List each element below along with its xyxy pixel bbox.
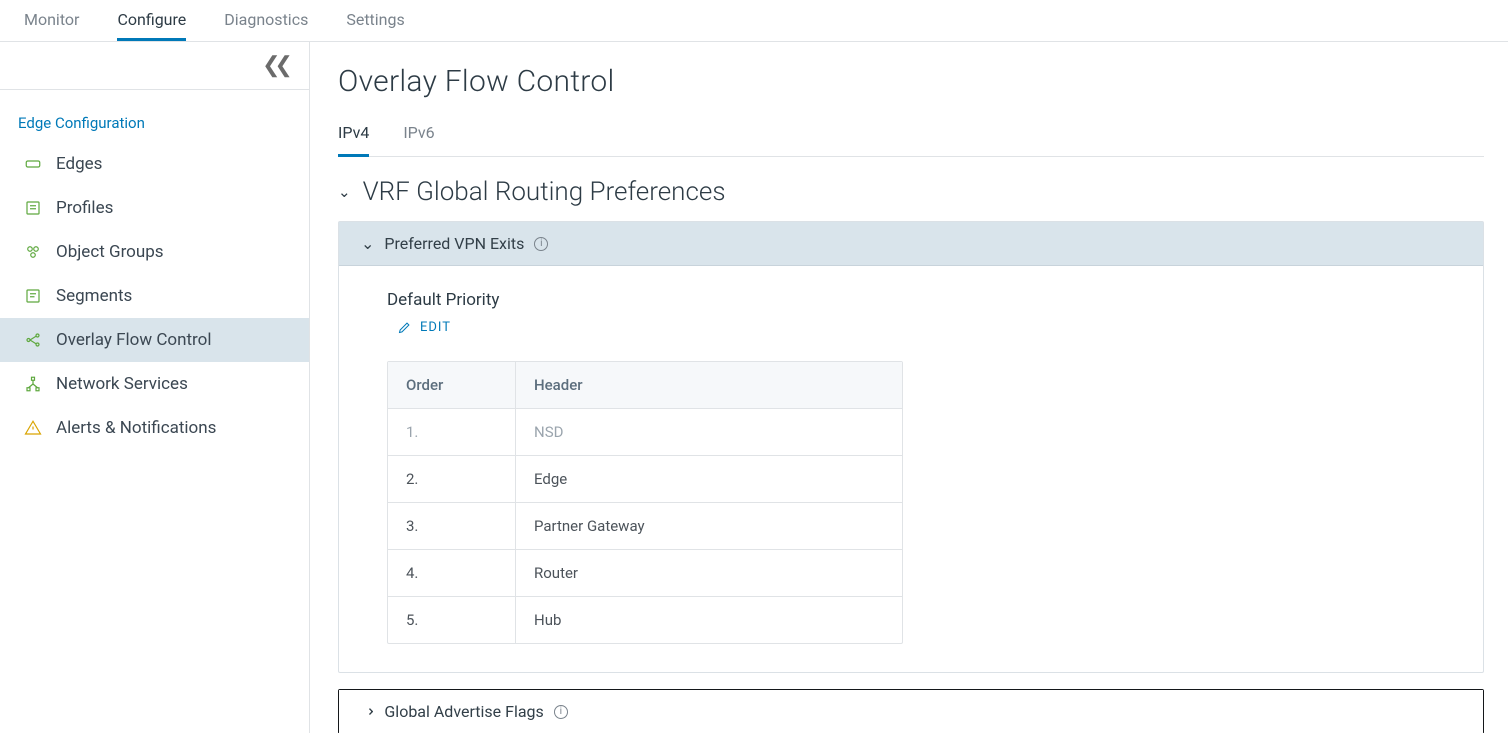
sidebar-item-profiles[interactable]: Profiles xyxy=(0,186,309,230)
cell-order: 2. xyxy=(388,456,516,502)
chevron-right-icon: ⌄ xyxy=(358,705,377,718)
sidebar-item-label: Object Groups xyxy=(56,242,164,262)
section-caret-icon[interactable]: ⌄ xyxy=(338,183,351,201)
col-header-order: Order xyxy=(388,362,516,408)
cell-header: Router xyxy=(516,550,596,596)
sidebar-item-label: Network Services xyxy=(56,374,188,394)
edit-button-label: EDIT xyxy=(420,320,451,335)
collapse-sidebar-icon[interactable]: ❮❮ xyxy=(262,53,287,78)
cell-header: Partner Gateway xyxy=(516,503,663,549)
table-row: 4. Router xyxy=(388,549,902,596)
cell-order: 3. xyxy=(388,503,516,549)
flow-icon xyxy=(24,331,42,349)
sidebar-item-label: Overlay Flow Control xyxy=(56,330,211,350)
edit-button[interactable]: EDIT xyxy=(397,320,451,335)
top-nav: Monitor Configure Diagnostics Settings xyxy=(0,0,1508,42)
table-header-row: Order Header xyxy=(388,362,902,408)
edge-icon xyxy=(24,155,42,173)
panel-title: Preferred VPN Exits xyxy=(384,234,524,253)
cell-header: NSD xyxy=(516,409,581,455)
sidebar-item-edges[interactable]: Edges xyxy=(0,142,309,186)
pencil-icon xyxy=(397,320,412,335)
section-title: VRF Global Routing Preferences xyxy=(363,177,726,207)
cell-order: 1. xyxy=(388,409,516,455)
segments-icon xyxy=(24,287,42,305)
sidebar-item-segments[interactable]: Segments xyxy=(0,274,309,318)
chevron-down-icon: ⌄ xyxy=(361,234,374,253)
cell-header: Edge xyxy=(516,456,585,502)
profile-icon xyxy=(24,199,42,217)
col-header-header: Header xyxy=(516,362,601,408)
cell-header: Hub xyxy=(516,597,579,643)
object-groups-icon xyxy=(24,243,42,261)
priority-table: Order Header 1. NSD 2. Edge 3. Partner G… xyxy=(387,361,903,644)
alerts-icon xyxy=(24,419,42,437)
sidebar-item-label: Segments xyxy=(56,286,132,306)
tab-configure[interactable]: Configure xyxy=(117,0,186,41)
sidebar-item-object-groups[interactable]: Object Groups xyxy=(0,230,309,274)
sidebar: ❮❮ Edge Configuration Edges Profiles Obj… xyxy=(0,42,310,733)
info-icon[interactable]: i xyxy=(554,705,568,719)
sidebar-item-label: Alerts & Notifications xyxy=(56,418,216,438)
tab-ipv6[interactable]: IPv6 xyxy=(403,123,434,157)
tab-ipv4[interactable]: IPv4 xyxy=(338,123,369,157)
tab-diagnostics[interactable]: Diagnostics xyxy=(224,0,308,41)
ip-tabs: IPv4 IPv6 xyxy=(338,123,1484,157)
cell-order: 4. xyxy=(388,550,516,596)
cell-order: 5. xyxy=(388,597,516,643)
sidebar-item-alerts[interactable]: Alerts & Notifications xyxy=(0,406,309,450)
panel-header[interactable]: ⌄ Global Advertise Flags i xyxy=(339,690,1483,733)
sidebar-section-title: Edge Configuration xyxy=(0,90,309,142)
sidebar-item-overlay-flow-control[interactable]: Overlay Flow Control xyxy=(0,318,309,362)
preferred-vpn-exits-panel: ⌄ Preferred VPN Exits i Default Priority… xyxy=(338,221,1484,673)
network-icon xyxy=(24,375,42,393)
default-priority-title: Default Priority xyxy=(387,290,1435,310)
global-advertise-flags-panel: ⌄ Global Advertise Flags i xyxy=(338,689,1484,733)
tab-monitor[interactable]: Monitor xyxy=(24,0,79,41)
tab-settings[interactable]: Settings xyxy=(346,0,404,41)
page-title: Overlay Flow Control xyxy=(338,64,1484,99)
sidebar-item-label: Edges xyxy=(56,154,102,174)
sidebar-item-label: Profiles xyxy=(56,198,113,218)
main-content: Overlay Flow Control IPv4 IPv6 ⌄ VRF Glo… xyxy=(310,42,1508,733)
info-icon[interactable]: i xyxy=(534,237,548,251)
panel-header[interactable]: ⌄ Preferred VPN Exits i xyxy=(339,222,1483,266)
sidebar-item-network-services[interactable]: Network Services xyxy=(0,362,309,406)
table-row: 3. Partner Gateway xyxy=(388,502,902,549)
table-row: 1. NSD xyxy=(388,408,902,455)
panel-title: Global Advertise Flags xyxy=(384,702,543,721)
table-row: 5. Hub xyxy=(388,596,902,643)
table-row: 2. Edge xyxy=(388,455,902,502)
